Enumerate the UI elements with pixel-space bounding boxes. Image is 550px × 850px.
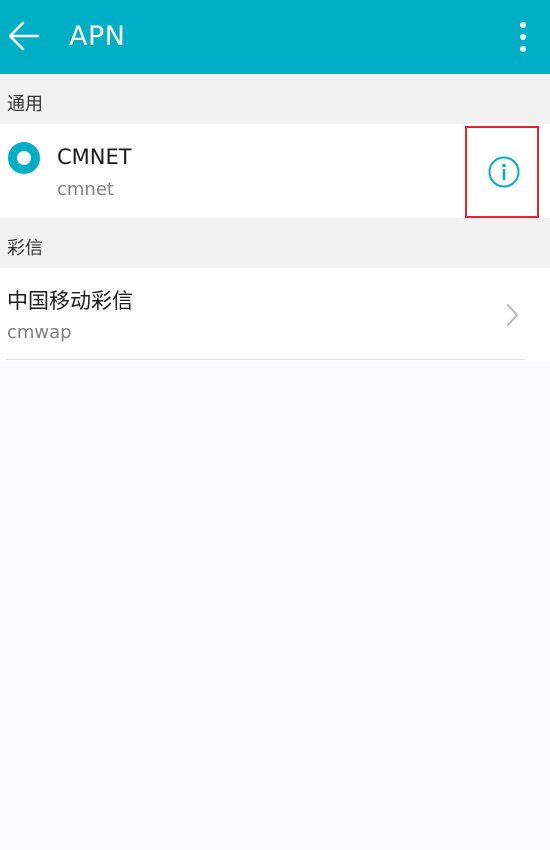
section-header-general: 通用 <box>0 74 550 124</box>
more-vertical-icon <box>520 22 526 28</box>
apn-item-cmnet[interactable]: CMNET cmnet <box>0 124 550 218</box>
apn-info-button[interactable] <box>465 126 539 218</box>
page-title: APN <box>69 21 126 52</box>
apn-radio-selected[interactable] <box>8 142 40 174</box>
more-vertical-icon-dot <box>520 46 526 52</box>
section-header-mms: 彩信 <box>0 218 550 268</box>
chevron-right-icon <box>507 304 518 326</box>
list-divider <box>6 359 526 360</box>
apn-item-name: CMNET <box>57 145 132 169</box>
radio-inner-dot <box>17 151 31 165</box>
apn-item-value: cmnet <box>57 179 114 200</box>
arrow-left-icon <box>8 21 40 51</box>
info-icon <box>488 156 520 188</box>
app-bar: APN <box>0 0 550 74</box>
apn-item-value: cmwap <box>7 322 72 343</box>
apn-item-mms[interactable]: 中国移动彩信 cmwap <box>0 268 550 362</box>
back-button[interactable] <box>0 10 50 64</box>
more-vertical-icon-dot <box>520 34 526 40</box>
apn-item-name: 中国移动彩信 <box>7 289 133 313</box>
section-label-general: 通用 <box>7 94 43 115</box>
section-label-mms: 彩信 <box>7 238 43 259</box>
apn-settings-screen: APN 通用 CMNET cmnet 彩信 中国移动彩信 cmwap <box>0 0 550 850</box>
more-options-button[interactable] <box>492 14 536 60</box>
